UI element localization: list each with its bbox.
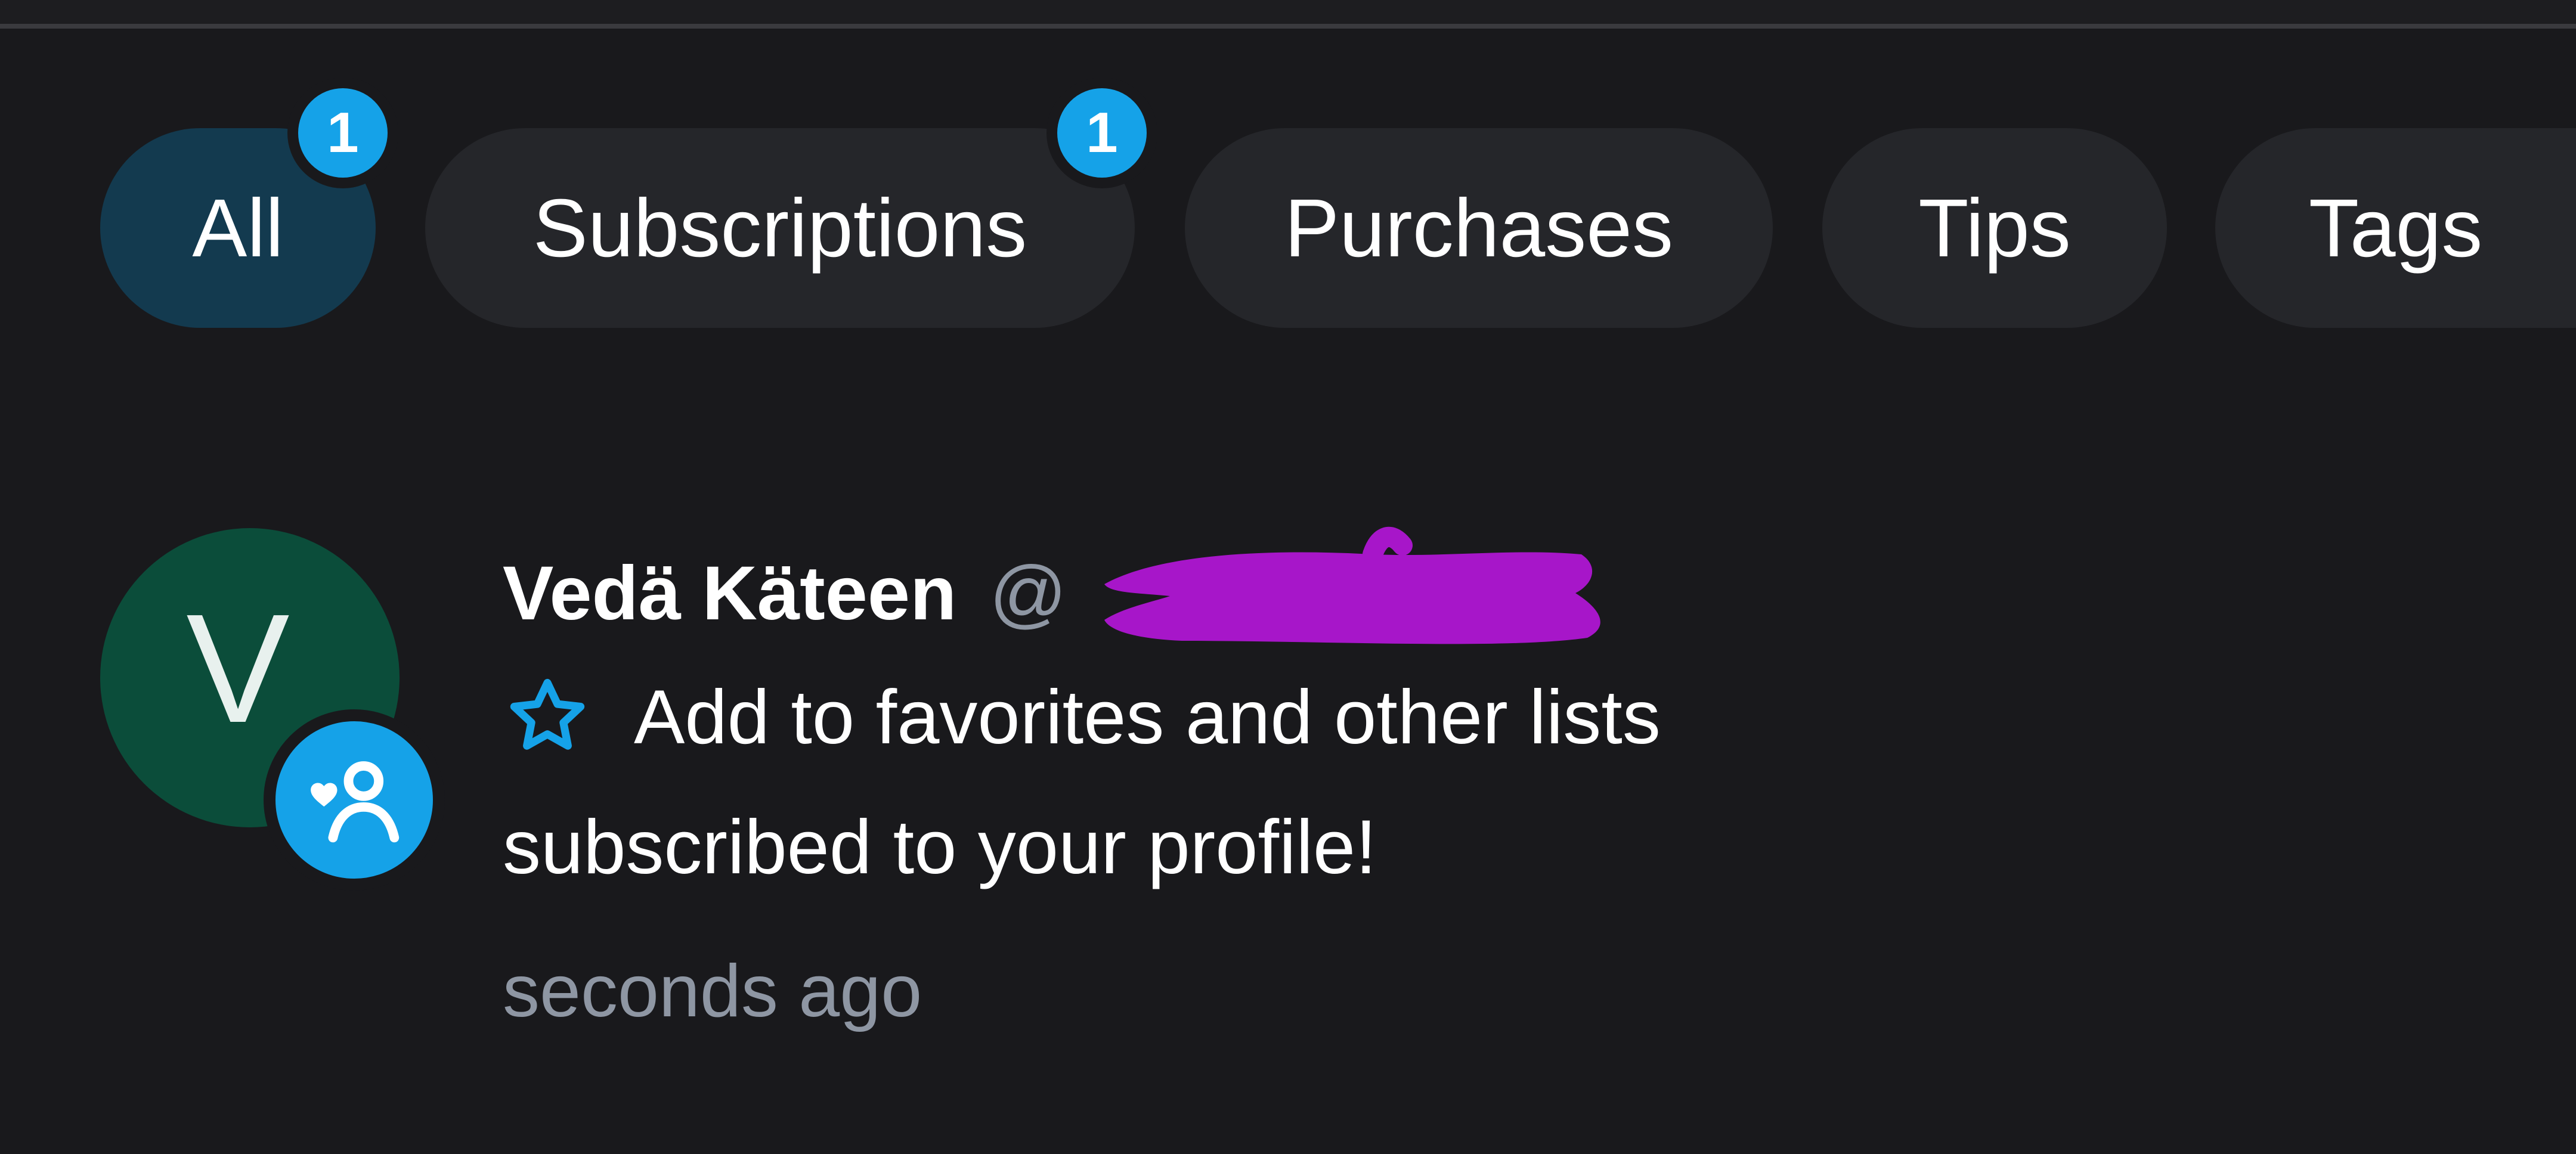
tab-tips-label: Tips: [1918, 182, 2071, 274]
avatar-initial: V: [186, 582, 290, 755]
tab-tags[interactable]: Tags: [2215, 128, 2576, 328]
notifications-page: All 1 Subscriptions 1 Purchases Tips Tag…: [0, 0, 2576, 1154]
star-outline-icon: [510, 678, 585, 750]
tab-purchases-label: Purchases: [1284, 182, 1673, 274]
tab-purchases[interactable]: Purchases: [1185, 128, 1773, 328]
tab-tips[interactable]: Tips: [1822, 128, 2167, 328]
tab-subscriptions-label: Subscriptions: [532, 182, 1027, 274]
add-to-favorites-label: Add to favorites and other lists: [634, 674, 1661, 760]
notification-timestamp: seconds ago: [503, 950, 922, 1032]
tab-tags-label: Tags: [2308, 182, 2483, 274]
subscriber-heart-icon: [264, 709, 445, 891]
tab-all-count-badge: 1: [287, 77, 398, 188]
tab-subscriptions[interactable]: Subscriptions: [425, 128, 1135, 328]
tab-subscriptions-count-badge: 1: [1046, 77, 1157, 188]
redaction-mark: [1104, 526, 1600, 644]
user-handle[interactable]: @: [989, 550, 1067, 637]
user-name[interactable]: Vedä Käteen: [503, 550, 956, 637]
tab-all-label: All: [192, 182, 284, 274]
notification-item[interactable]: V Vedä Käteen @ Add to favorites and oth…: [0, 513, 2576, 1049]
filter-tabs: All 1 Subscriptions 1 Purchases Tips Tag…: [0, 0, 2576, 334]
notification-message: subscribed to your profile!: [503, 805, 1377, 890]
add-to-favorites-button[interactable]: Add to favorites and other lists: [503, 666, 1661, 768]
notification-header: Vedä Käteen @: [503, 542, 1067, 644]
